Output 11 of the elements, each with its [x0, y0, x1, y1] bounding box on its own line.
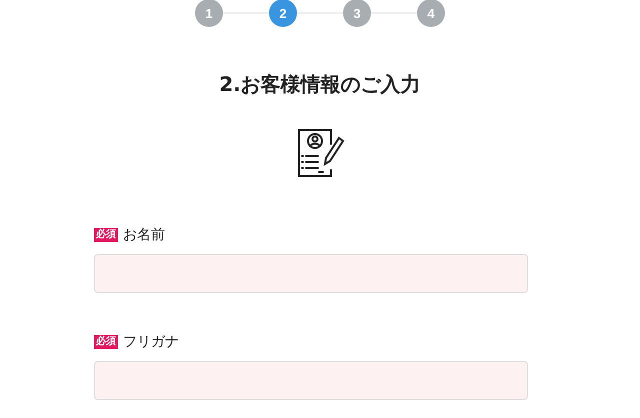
step-indicator: 4: [417, 0, 445, 27]
page-title: 2.お客様情報のご入力: [219, 71, 421, 98]
input-field[interactable]: [94, 361, 528, 400]
input-field[interactable]: [94, 254, 528, 293]
field-label: フリガナ: [123, 333, 179, 351]
step-indicator: 3: [343, 0, 371, 27]
required-badge: 必須: [94, 335, 118, 349]
field-label: お名前: [123, 226, 165, 244]
step-indicator: 2: [269, 0, 297, 27]
step-indicator: 1: [195, 0, 223, 27]
required-badge: 必須: [94, 228, 118, 242]
